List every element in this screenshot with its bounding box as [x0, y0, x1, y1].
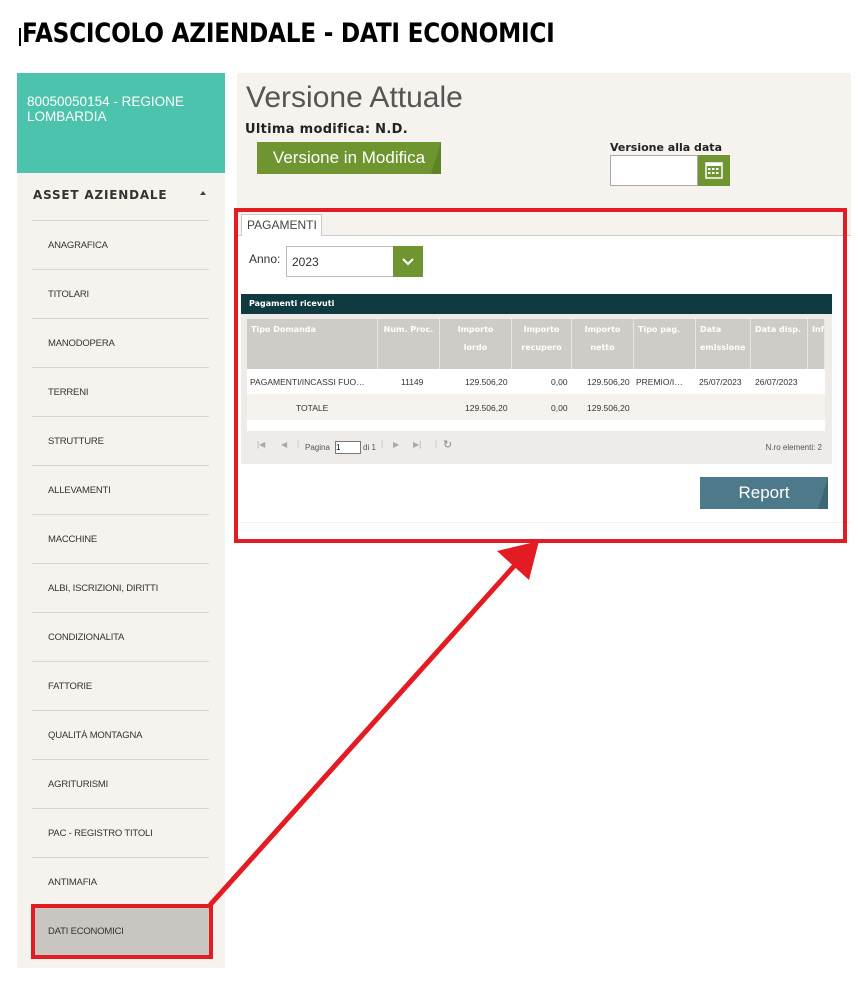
annotation-arrow — [208, 541, 539, 907]
version-edit-label: Versione in Modifica — [272, 148, 426, 167]
report-label: Report — [738, 483, 790, 502]
arrow-head-icon — [497, 541, 539, 580]
